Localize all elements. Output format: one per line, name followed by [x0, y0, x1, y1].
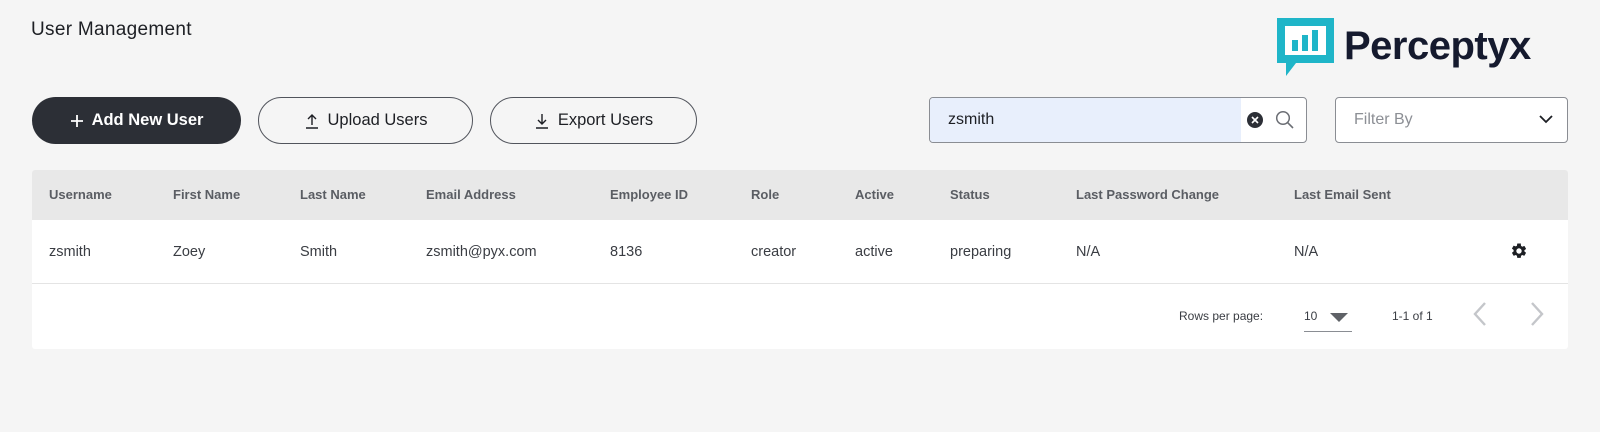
cell-employee-id: 8136	[610, 244, 643, 260]
caret-down-icon	[1330, 313, 1348, 322]
column-header-last-password-change[interactable]: Last Password Change	[1076, 187, 1219, 202]
add-new-user-button[interactable]: Add New User	[32, 97, 241, 144]
column-header-employee-id[interactable]: Employee ID	[610, 187, 688, 202]
column-header-role[interactable]: Role	[751, 187, 779, 202]
add-new-user-label: Add New User	[91, 111, 204, 129]
upload-icon	[304, 113, 320, 129]
column-header-status[interactable]: Status	[950, 187, 990, 202]
rows-per-page-select[interactable]: 10	[1304, 301, 1352, 332]
cell-last-password-change: N/A	[1076, 244, 1101, 260]
cell-active: active	[855, 244, 893, 260]
page-range: 1-1 of 1	[1392, 309, 1433, 323]
column-header-last-name[interactable]: Last Name	[300, 187, 366, 202]
search-icon[interactable]	[1275, 110, 1295, 130]
column-header-username[interactable]: Username	[49, 187, 112, 202]
export-users-label: Export Users	[557, 111, 654, 129]
column-header-last-email-sent[interactable]: Last Email Sent	[1294, 187, 1391, 202]
download-icon	[534, 113, 550, 129]
cell-last-name: Smith	[300, 244, 338, 260]
column-header-active[interactable]: Active	[855, 187, 894, 202]
cell-role: creator	[751, 244, 797, 260]
logo-text: Perceptyx	[1344, 24, 1531, 68]
cell-first-name: Zoey	[173, 244, 206, 260]
upload-users-label: Upload Users	[327, 111, 428, 129]
brand-logo: Perceptyx	[1277, 18, 1531, 78]
cell-status: preparing	[950, 244, 1012, 260]
upload-users-button[interactable]: Upload Users	[258, 97, 473, 144]
cell-email: zsmith@pyx.com	[426, 244, 537, 260]
chevron-left-icon[interactable]	[1470, 300, 1490, 328]
chevron-down-icon	[1539, 115, 1553, 124]
clear-icon[interactable]	[1246, 111, 1264, 129]
plus-icon	[70, 114, 84, 128]
rows-per-page-label: Rows per page:	[1179, 309, 1264, 323]
export-users-button[interactable]: Export Users	[490, 97, 697, 144]
column-header-email[interactable]: Email Address	[426, 187, 516, 202]
cell-username: zsmith	[49, 244, 91, 260]
table-header: Username First Name Last Name Email Addr…	[32, 170, 1568, 220]
search-box	[929, 97, 1307, 143]
gear-icon[interactable]	[1510, 242, 1528, 260]
filter-by-label: Filter By	[1354, 111, 1413, 128]
table-pagination: Rows per page: 10 1-1 of 1	[32, 284, 1568, 349]
rows-per-page-value: 10	[1304, 309, 1318, 323]
page-title: User Management	[31, 19, 192, 40]
users-table: Username First Name Last Name Email Addr…	[32, 170, 1568, 349]
search-input[interactable]	[948, 98, 1228, 142]
chevron-right-icon[interactable]	[1527, 300, 1547, 328]
table-row[interactable]: zsmith Zoey Smith zsmith@pyx.com 8136 cr…	[32, 220, 1568, 284]
filter-by-select[interactable]: Filter By	[1335, 97, 1568, 143]
cell-last-email-sent: N/A	[1294, 244, 1319, 260]
column-header-first-name[interactable]: First Name	[173, 187, 240, 202]
chat-bar-chart-icon	[1277, 18, 1334, 76]
